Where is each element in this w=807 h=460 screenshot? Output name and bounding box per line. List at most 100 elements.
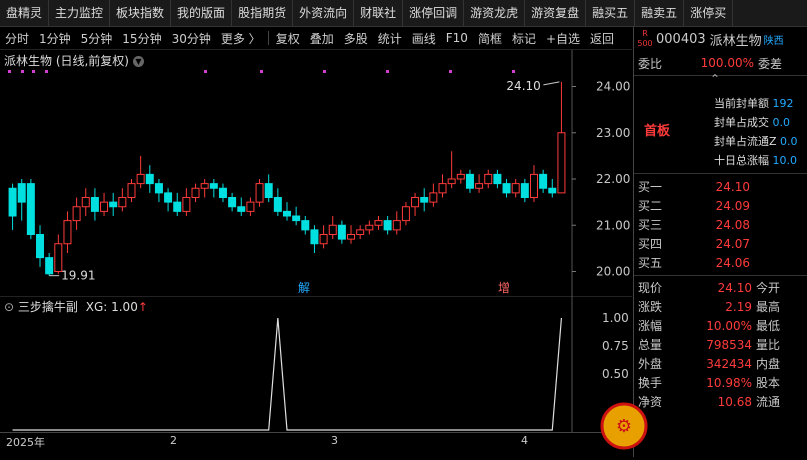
up-arrow-icon: ↑ — [137, 300, 148, 314]
toolbar-item-3[interactable]: 15分钟 — [117, 30, 166, 47]
signal-marker — [512, 70, 515, 73]
toolbar-item-11[interactable]: F10 — [441, 31, 473, 45]
indicator-toggle-icon[interactable]: ⊙ — [4, 300, 14, 314]
candle — [301, 220, 310, 231]
toolbar-item-6[interactable]: 复权 — [271, 30, 305, 47]
chart-settings-icon[interactable]: ▼ — [133, 56, 144, 67]
signal-marker — [449, 70, 452, 73]
toolbar-item-14[interactable]: +自选 — [541, 30, 585, 47]
candle — [164, 192, 173, 203]
date-year: 2025年 — [6, 436, 45, 449]
candle — [237, 206, 246, 212]
candle — [173, 201, 182, 212]
candle — [145, 173, 154, 185]
high-label: 24.10 — [506, 79, 540, 93]
candle — [557, 132, 566, 194]
candle — [383, 220, 392, 231]
kline-chart[interactable]: 20.00 21.00 22.00 23.00 24.00 24.10 19.91 解 增 — [0, 50, 632, 296]
webi-row: 委比 100.00% 委差 — [634, 51, 807, 76]
toolbar-item-15[interactable]: 返回 — [585, 30, 619, 47]
ind-tick-label: 0.75 — [602, 339, 629, 353]
candle — [484, 173, 493, 185]
toolbar-item-7[interactable]: 叠加 — [305, 30, 339, 47]
candle — [191, 187, 200, 198]
toolbar-item-13[interactable]: 标记 — [507, 30, 541, 47]
stat-row: 外盘 342434 内盘 — [638, 356, 781, 372]
menu-item-1[interactable]: 主力监控 — [49, 0, 111, 26]
candle — [90, 197, 99, 212]
toolbar-item-0[interactable]: 分时 — [0, 30, 34, 47]
candle — [100, 201, 109, 212]
date-month-4: 4 — [521, 434, 528, 447]
rank-badge: R 500 — [637, 29, 653, 48]
candle — [118, 197, 127, 208]
candle — [456, 173, 465, 180]
buy-orders: 买一 24.10 买二 24.09 买三 24.08 买四 24.07 买五 24.06 — [634, 174, 807, 276]
signal-marker — [32, 70, 35, 73]
chart-toolbar: 分时 1分钟 5分钟 15分钟 30分钟 更多 〉复权 叠加 多股 统计 画线 F10 简框 标记 +自选… — [0, 27, 632, 50]
candle — [255, 183, 264, 203]
date-month-3: 3 — [331, 434, 338, 447]
indicator-name: 三步擒牛副 — [17, 300, 78, 314]
stock-name: 派林生物 — [709, 33, 762, 49]
toolbar-item-12[interactable]: 简框 — [473, 30, 507, 47]
chart-title: 派林生物 (日线,前复权) ▼ — [4, 52, 144, 69]
menu-item-6[interactable]: 财联社 — [354, 0, 404, 26]
candle — [529, 173, 538, 198]
toolbar-item-1[interactable]: 1分钟 — [34, 30, 76, 47]
menu-item-2[interactable]: 板块指数 — [110, 0, 172, 26]
candle — [328, 224, 337, 235]
limit-info-row: 当前封单额 192 — [714, 97, 794, 110]
stat-row: 换手 10.98% 股本 — [638, 375, 781, 391]
candle — [539, 173, 548, 189]
menu-item-9[interactable]: 游资复盘 — [525, 0, 587, 26]
candle — [8, 187, 17, 217]
candle — [438, 183, 447, 194]
y-tick-label: 20.00 — [596, 265, 630, 279]
site-watermark: ⚙ — [598, 400, 807, 457]
buy-order-row: 买五 24.06 — [638, 255, 750, 271]
webi-label: 委比 — [638, 56, 663, 71]
menu-item-5[interactable]: 外资流向 — [293, 0, 355, 26]
menu-item-11[interactable]: 融卖五 — [635, 0, 685, 26]
toolbar-item-2[interactable]: 5分钟 — [76, 30, 118, 47]
menu-item-3[interactable]: 我的版面 — [171, 0, 233, 26]
toolbar-item-9[interactable]: 统计 — [373, 30, 407, 47]
candle — [319, 234, 328, 245]
candle — [72, 206, 81, 222]
menu-item-12[interactable]: 涨停买 — [684, 0, 734, 26]
weicha-label: 委差 — [758, 56, 783, 71]
menu-item-10[interactable]: 融买五 — [586, 0, 636, 26]
collapse-icon[interactable]: ⌃ — [710, 72, 720, 86]
stat-row: 总量 798534 量比 — [638, 337, 781, 353]
toolbar-item-10[interactable]: 画线 — [407, 30, 441, 47]
toolbar-item-5[interactable]: 更多 〉 — [216, 30, 266, 47]
svg-text:⚙: ⚙ — [616, 416, 632, 437]
candle — [54, 243, 63, 272]
candle — [264, 183, 273, 198]
signal-marker — [323, 70, 326, 73]
menu-item-0[interactable]: 盘精灵 — [0, 0, 50, 26]
stock-stats: 现价 24.10 今开 涨跌 2.19 最高 涨幅 10.00% 最低 总量 798534 量比 外盘 3… — [634, 276, 807, 411]
chart-title-text: 派林生物 (日线,前复权) — [4, 54, 129, 68]
candle — [209, 183, 218, 189]
candle — [81, 197, 90, 208]
candle — [228, 197, 237, 208]
candle — [493, 173, 502, 185]
buy-order-row: 买二 24.09 — [638, 198, 750, 214]
buy-order-row: 买三 24.08 — [638, 217, 750, 233]
board-label: 首板 — [644, 124, 671, 139]
toolbar-item-4[interactable]: 30分钟 — [167, 30, 216, 47]
candle — [520, 183, 529, 198]
candle — [36, 234, 45, 259]
indicator-chart[interactable]: 0.50 0.75 1.00 — [0, 296, 632, 432]
signal-marker — [45, 70, 48, 73]
stat-row: 涨跌 2.19 最高 — [638, 299, 781, 315]
candle — [26, 183, 35, 235]
toolbar-item-8[interactable]: 多股 — [339, 30, 373, 47]
candle — [63, 220, 72, 245]
menu-item-4[interactable]: 股指期货 — [232, 0, 294, 26]
candle — [218, 187, 227, 198]
menu-item-8[interactable]: 游资龙虎 — [464, 0, 526, 26]
menu-item-7[interactable]: 涨停回调 — [403, 0, 465, 26]
